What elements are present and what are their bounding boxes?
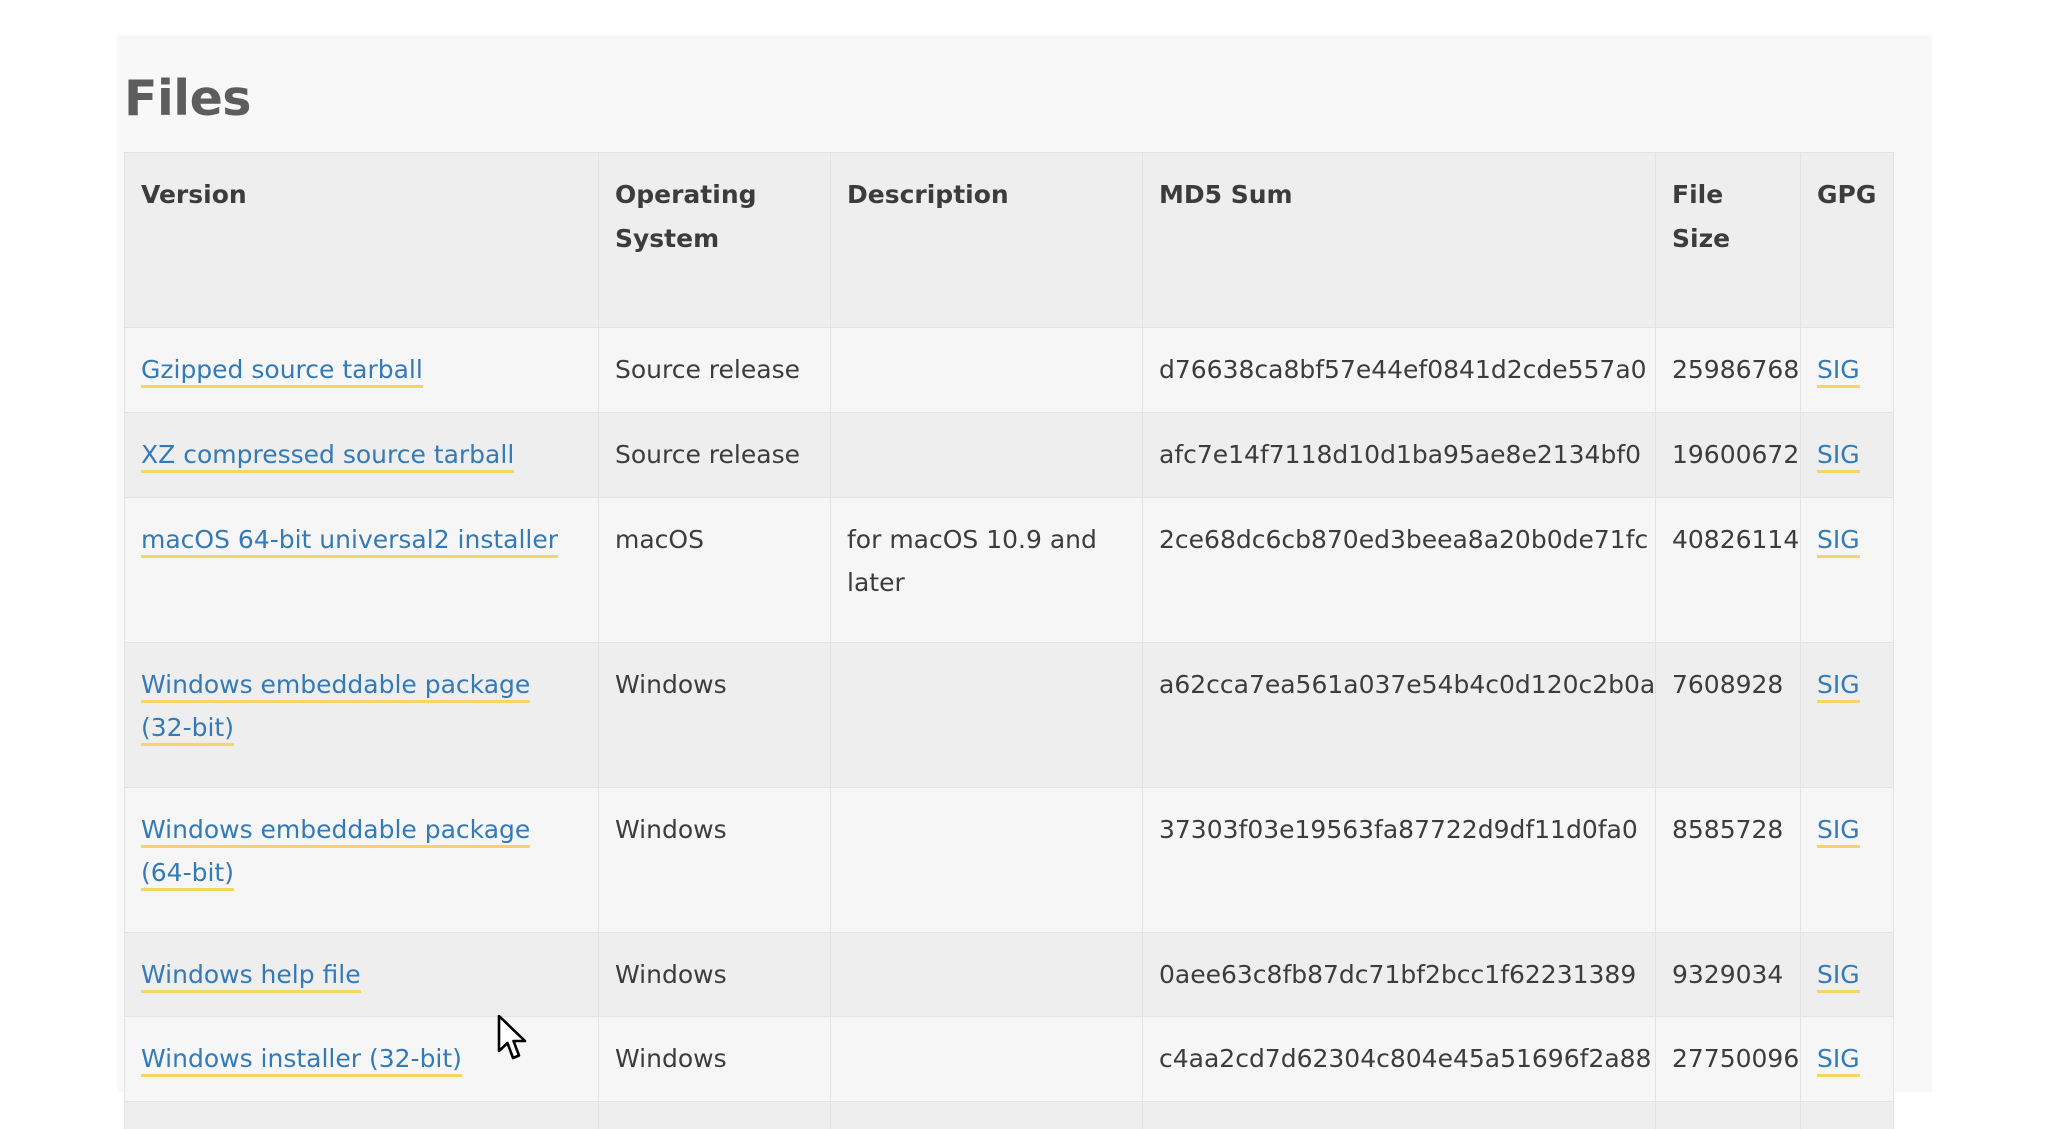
gpg-signature-link[interactable]: SIG bbox=[1817, 524, 1860, 558]
cell-gpg: SIG bbox=[1800, 1101, 1894, 1129]
cell-file-size: 8585728 bbox=[1655, 786, 1801, 933]
cell-gpg: SIG bbox=[1800, 327, 1894, 413]
cell-version: Windows embeddable package (32-bit) bbox=[124, 641, 599, 788]
cell-operating-system: Windows bbox=[598, 1101, 831, 1129]
table-row: Windows embeddable package (64-bit) Windo… bbox=[124, 786, 1894, 933]
cell-file-size: 28916488 bbox=[1655, 1101, 1801, 1129]
cell-version: Windows help file bbox=[124, 931, 599, 1018]
table-row: Windows help file Windows 0aee63c8fb87dc71… bbox=[124, 931, 1894, 1018]
cell-operating-system: Source release bbox=[598, 327, 831, 413]
cell-md5-sum: 37303f03e19563fa87722d9df11d0fa0 bbox=[1142, 786, 1656, 933]
cell-gpg: SIG bbox=[1800, 931, 1894, 1018]
cell-md5-sum: afc7e14f7118d10d1ba95ae8e2134bf0 bbox=[1142, 411, 1656, 498]
table-row: Windows installer (32-bit) Windows c4aa2cd… bbox=[124, 1016, 1894, 1102]
cell-file-size: 7608928 bbox=[1655, 641, 1801, 788]
table-row: Windows installer (64-bit)WindowsRecomme… bbox=[124, 1101, 1894, 1129]
cell-md5-sum: a62cca7ea561a037e54b4c0d120c2b0a bbox=[1142, 641, 1656, 788]
cell-file-size: 9329034 bbox=[1655, 931, 1801, 1018]
cell-md5-sum: 2ce68dc6cb870ed3beea8a20b0de71fc bbox=[1142, 496, 1656, 643]
version-download-link[interactable]: macOS 64-bit universal2 installer bbox=[141, 524, 559, 558]
gpg-signature-link[interactable]: SIG bbox=[1817, 1044, 1860, 1078]
cell-version: Windows installer (32-bit) bbox=[124, 1016, 599, 1102]
cell-description: Recommended bbox=[830, 1101, 1143, 1129]
cell-file-size: 27750096 bbox=[1655, 1016, 1801, 1102]
page-root: Files Version Operating System Descripti… bbox=[0, 0, 2049, 1129]
table-header: Version Operating System Description MD5… bbox=[124, 152, 1894, 328]
cell-gpg: SIG bbox=[1800, 1016, 1894, 1102]
column-header-md5: MD5 Sum bbox=[1142, 152, 1656, 328]
version-download-link[interactable]: Gzipped source tarball bbox=[141, 355, 423, 388]
version-download-link[interactable]: Windows embeddable package (32-bit) bbox=[141, 669, 531, 747]
cell-md5-sum: d76638ca8bf57e44ef0841d2cde557a0 bbox=[1142, 327, 1656, 413]
page-title: Files bbox=[124, 70, 251, 127]
cell-description bbox=[830, 327, 1143, 413]
cell-operating-system: Windows bbox=[598, 641, 831, 788]
table-body: Gzipped source tarball Source release d766… bbox=[124, 327, 1894, 1129]
table-row: XZ compressed source tarball Source relea… bbox=[124, 411, 1894, 498]
files-table-container: Version Operating System Description MD5… bbox=[124, 152, 1894, 1129]
cell-description bbox=[830, 641, 1143, 788]
column-header-gpg: GPG bbox=[1800, 152, 1894, 328]
table-header-row: Version Operating System Description MD5… bbox=[124, 152, 1894, 328]
gpg-signature-link[interactable]: SIG bbox=[1817, 355, 1860, 388]
gpg-signature-link[interactable]: SIG bbox=[1817, 959, 1860, 993]
cell-gpg: SIG bbox=[1800, 411, 1894, 498]
column-header-description: Description bbox=[830, 152, 1143, 328]
cell-description: for macOS 10.9 and later bbox=[830, 496, 1143, 643]
column-header-filesize: File Size bbox=[1655, 152, 1801, 328]
cell-operating-system: Windows bbox=[598, 786, 831, 933]
table-row: Gzipped source tarball Source release d766… bbox=[124, 327, 1894, 413]
cell-gpg: SIG bbox=[1800, 641, 1894, 788]
cell-description bbox=[830, 786, 1143, 933]
cell-md5-sum: c4aa2cd7d62304c804e45a51696f2a88 bbox=[1142, 1016, 1656, 1102]
table-row: macOS 64-bit universal2 installer macOS fo… bbox=[124, 496, 1894, 643]
cell-description bbox=[830, 411, 1143, 498]
cell-md5-sum: 8f46453e68ef38e5544a76d84df3994c bbox=[1142, 1101, 1656, 1129]
gpg-signature-link[interactable]: SIG bbox=[1817, 814, 1860, 848]
gpg-signature-link[interactable]: SIG bbox=[1817, 439, 1860, 473]
version-download-link[interactable]: Windows help file bbox=[141, 959, 361, 993]
cell-version: macOS 64-bit universal2 installer bbox=[124, 496, 599, 643]
cell-file-size: 19600672 bbox=[1655, 411, 1801, 498]
cell-description bbox=[830, 1016, 1143, 1102]
cell-operating-system: Windows bbox=[598, 931, 831, 1018]
cell-gpg: SIG bbox=[1800, 786, 1894, 933]
cell-operating-system: Source release bbox=[598, 411, 831, 498]
cell-operating-system: macOS bbox=[598, 496, 831, 643]
cell-gpg: SIG bbox=[1800, 496, 1894, 643]
table-row: Windows embeddable package (32-bit) Windo… bbox=[124, 641, 1894, 788]
cell-md5-sum: 0aee63c8fb87dc71bf2bcc1f62231389 bbox=[1142, 931, 1656, 1018]
column-header-os: Operating System bbox=[598, 152, 831, 328]
files-table: Version Operating System Description MD5… bbox=[124, 152, 1894, 1129]
cell-version: XZ compressed source tarball bbox=[124, 411, 599, 498]
cell-operating-system: Windows bbox=[598, 1016, 831, 1102]
cell-version: Gzipped source tarball bbox=[124, 327, 599, 413]
version-download-link[interactable]: Windows installer (32-bit) bbox=[141, 1044, 462, 1078]
cell-version: Windows installer (64-bit) bbox=[124, 1101, 599, 1129]
gpg-signature-link[interactable]: SIG bbox=[1817, 669, 1860, 703]
version-download-link[interactable]: Windows embeddable package (64-bit) bbox=[141, 814, 531, 892]
content-panel: Files Version Operating System Descripti… bbox=[117, 35, 1932, 1129]
cell-file-size: 25986768 bbox=[1655, 327, 1801, 413]
cell-version: Windows embeddable package (64-bit) bbox=[124, 786, 599, 933]
cell-file-size: 40826114 bbox=[1655, 496, 1801, 643]
version-download-link[interactable]: XZ compressed source tarball bbox=[141, 439, 515, 473]
cell-description bbox=[830, 931, 1143, 1018]
column-header-version: Version bbox=[124, 152, 599, 328]
